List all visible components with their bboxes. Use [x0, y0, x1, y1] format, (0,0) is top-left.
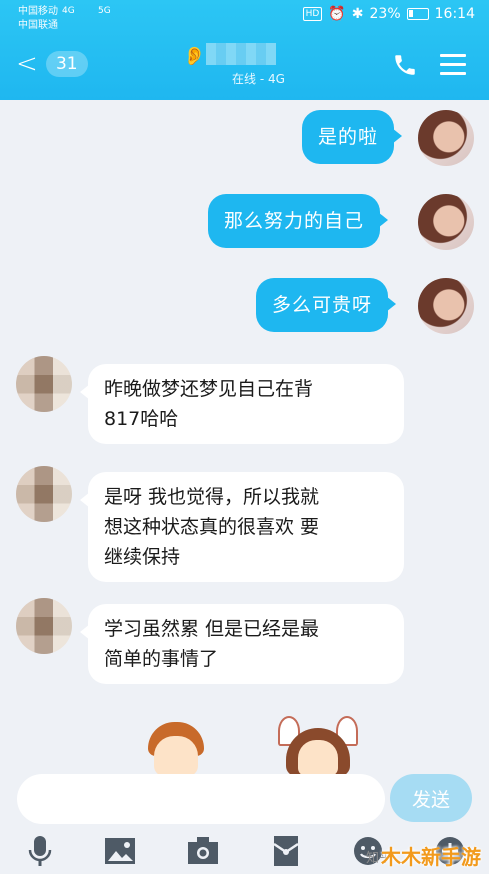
image-icon[interactable] [102, 834, 138, 868]
red-packet-icon[interactable] [268, 834, 304, 868]
message-bubble-incoming[interactable]: 昨晚做梦还梦见自己在背 817哈哈 [80, 364, 404, 444]
signal-2: 5G [98, 6, 111, 16]
message-line: 学习虽然累 但是已经是最 [104, 618, 320, 640]
my-avatar[interactable] [418, 110, 474, 166]
message-bubble-outgoing[interactable]: 是的啦 [302, 110, 403, 164]
message-line: 想这种状态真的很喜欢 要 [104, 516, 320, 538]
microphone-icon[interactable] [22, 834, 58, 868]
call-icon[interactable] [392, 52, 418, 78]
top-bar: 中国移动 中国联通 4G 5G HD ⏰ ✱ 23% 16:14 < 31 👂 … [0, 0, 489, 100]
camera-icon[interactable] [185, 834, 221, 868]
message-line: 简单的事情了 [104, 648, 219, 670]
status-bar: 中国移动 中国联通 4G 5G HD ⏰ ✱ 23% 16:14 [0, 0, 489, 31]
signal-1: 4G [62, 6, 75, 16]
alarm-icon: ⏰ [328, 6, 346, 22]
hd-badge: HD [302, 7, 323, 21]
message-bubble-outgoing[interactable]: 那么努力的自己 [208, 194, 389, 248]
message-line: 昨晚做梦还梦见自己在背 [104, 378, 314, 400]
contact-name-mosaic [206, 43, 276, 65]
unread-count-badge: 31 [45, 51, 88, 77]
message-text: 多么可贵呀 [272, 294, 373, 316]
back-chevron-icon: < [16, 49, 38, 79]
sticker-girl[interactable] [276, 716, 360, 776]
battery-percent: 23% [369, 6, 401, 22]
status-time: 16:14 [434, 6, 475, 22]
carrier-1: 中国移动 [18, 6, 58, 17]
message-bubble-incoming[interactable]: 是呀 我也觉得，所以我就 想这种状态真的很喜欢 要 继续保持 [80, 472, 404, 582]
contact-avatar[interactable] [16, 598, 72, 654]
message-input[interactable] [17, 774, 385, 824]
message-text: 是的啦 [318, 126, 379, 148]
message-line: 是呀 我也觉得，所以我就 [104, 486, 320, 508]
carrier-2: 中国联通 [18, 20, 58, 31]
bluetooth-icon: ✱ [351, 6, 364, 22]
watermark: 木木新手游 [381, 845, 481, 869]
status-right: HD ⏰ ✱ 23% 16:14 [302, 6, 475, 22]
my-avatar[interactable] [418, 194, 474, 250]
message-line: 817哈哈 [104, 408, 179, 430]
contact-avatar[interactable] [16, 466, 72, 522]
contact-status: 在线 - 4G [232, 72, 285, 86]
sticker-boy[interactable] [146, 722, 206, 776]
message-text: 那么努力的自己 [224, 210, 365, 232]
send-button[interactable]: 发送 [390, 774, 472, 822]
message-bubble-incoming[interactable]: 学习虽然累 但是已经是最 简单的事情了 [80, 604, 404, 684]
message-line: 继续保持 [104, 546, 181, 568]
ear-icon[interactable]: 👂 [183, 46, 205, 67]
message-bubble-outgoing[interactable]: 多么可贵呀 [256, 278, 397, 332]
back-button[interactable]: < 31 [16, 50, 88, 78]
menu-icon[interactable] [440, 54, 466, 76]
contact-avatar[interactable] [16, 356, 72, 412]
battery-icon [406, 8, 429, 20]
my-avatar[interactable] [418, 278, 474, 334]
